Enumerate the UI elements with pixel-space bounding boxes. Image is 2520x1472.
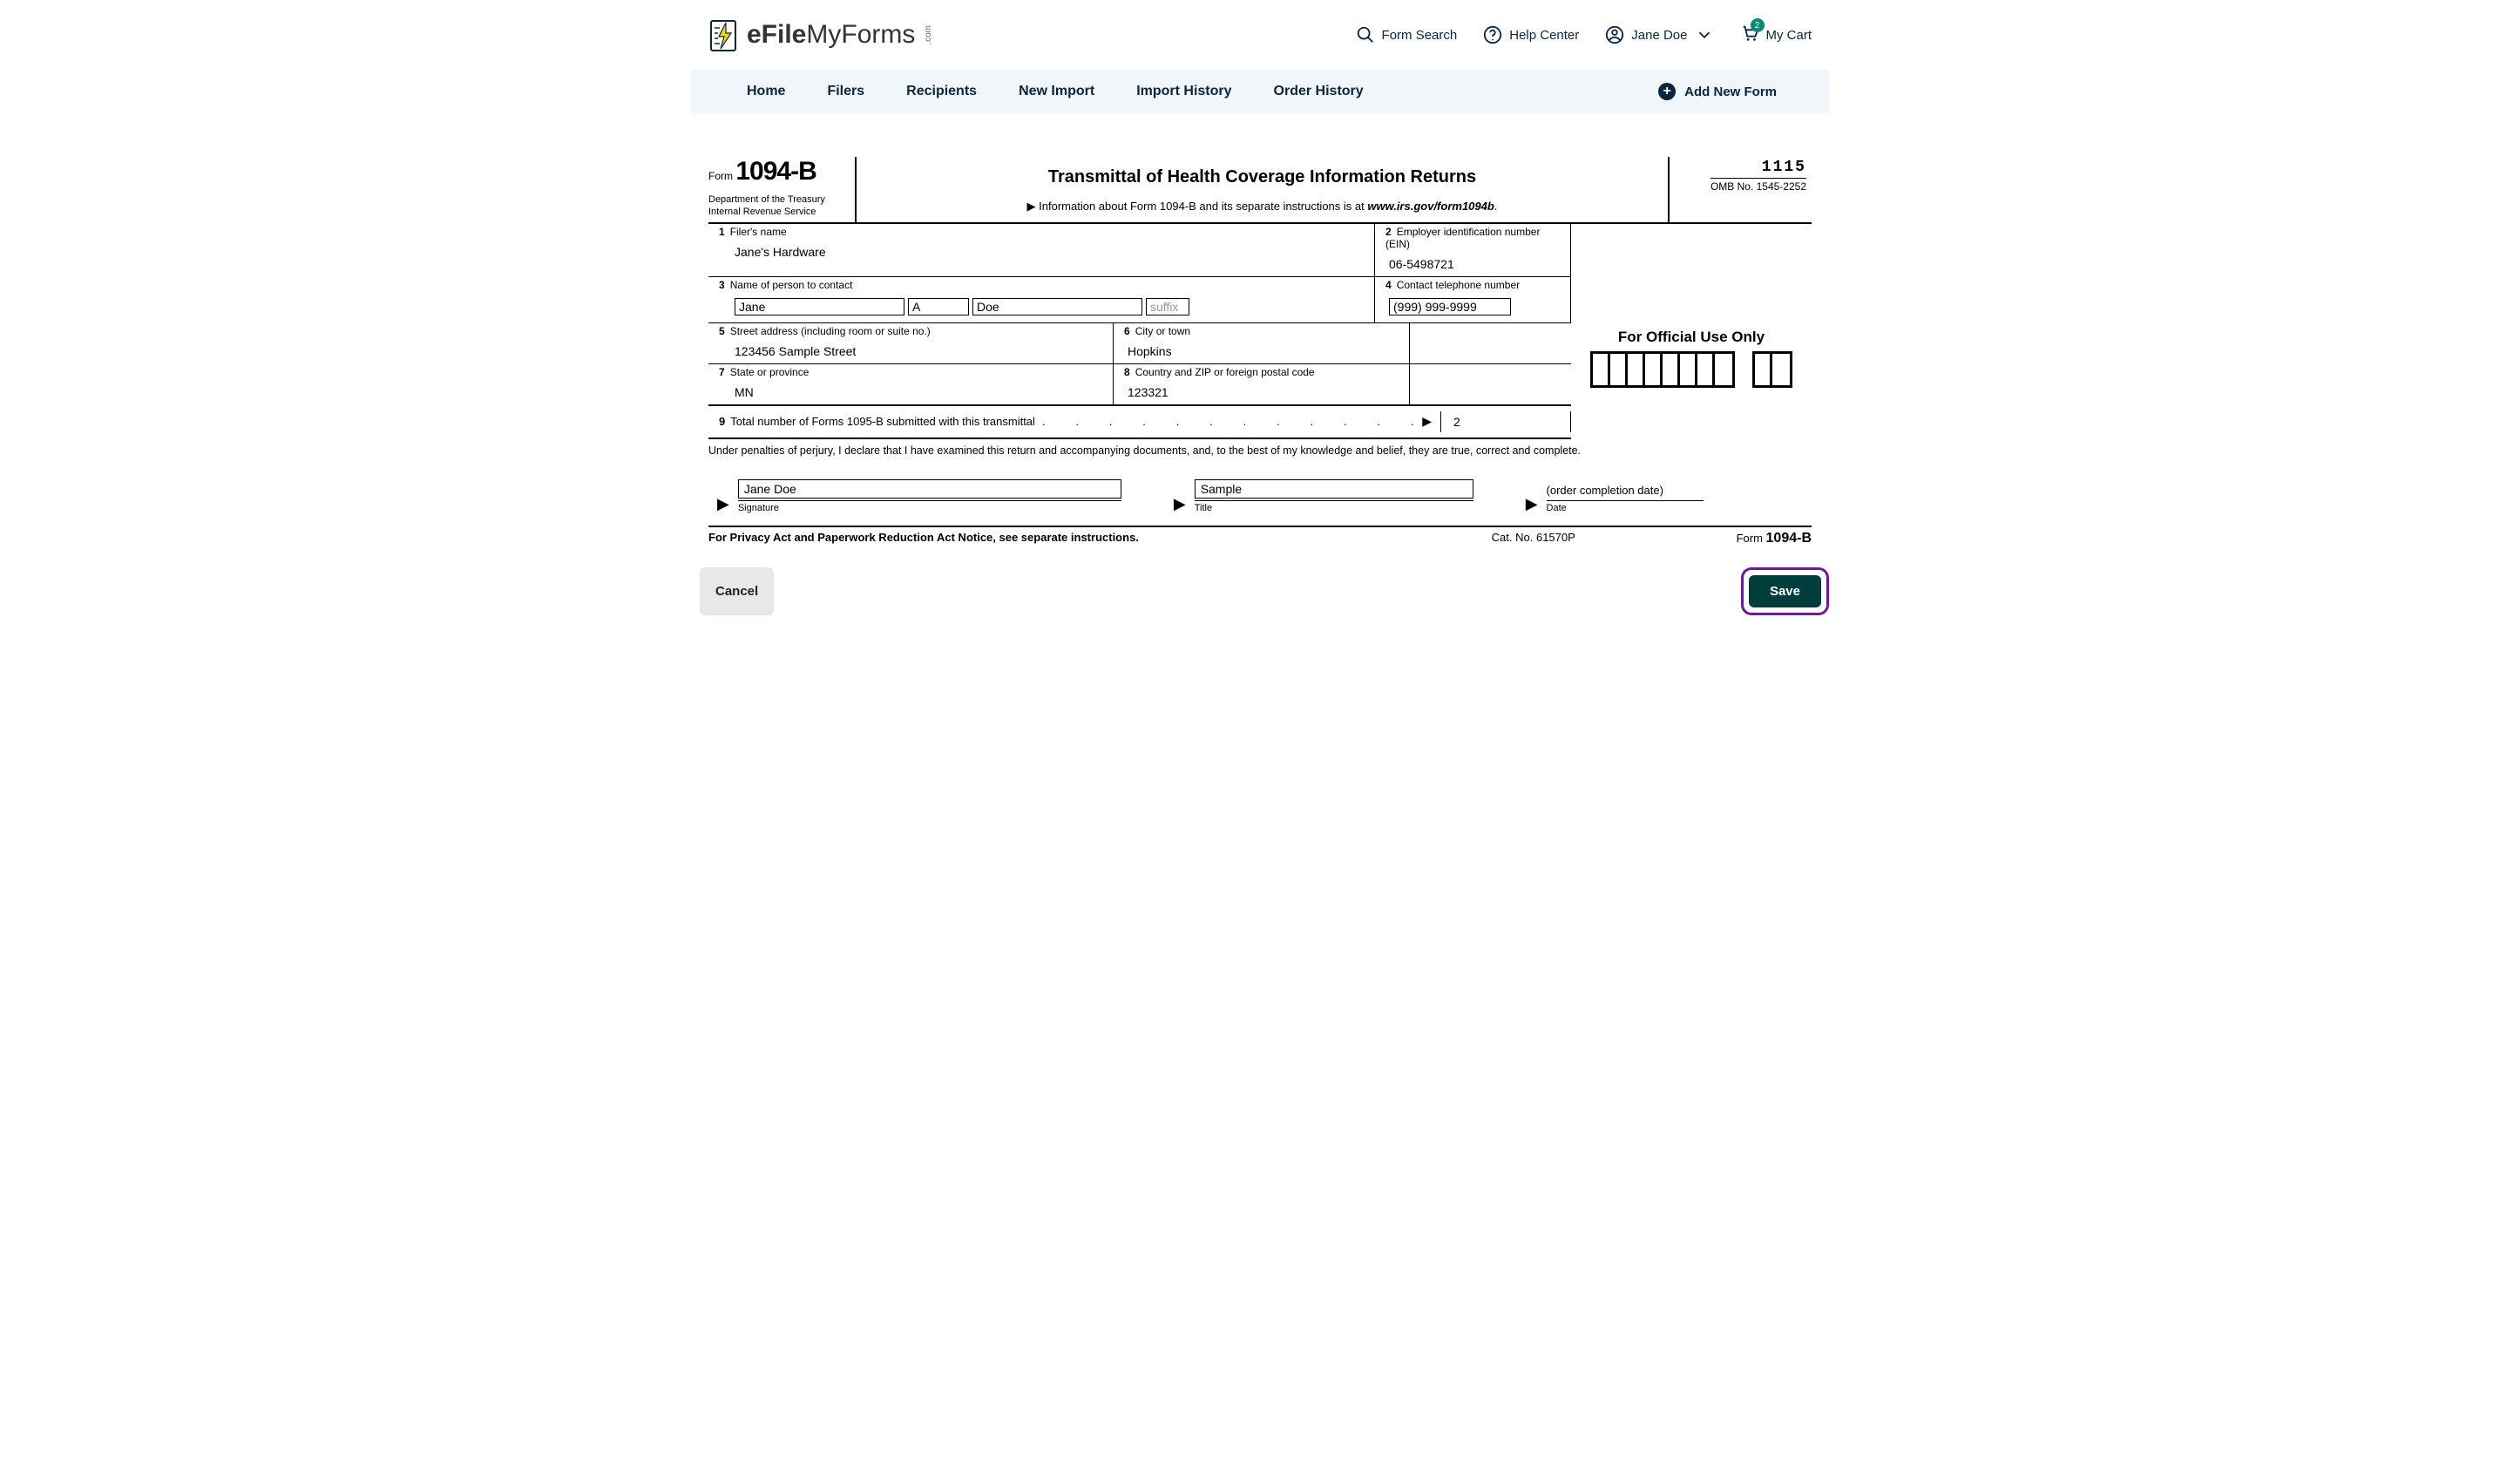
logo[interactable]: eFileMyForms .com — [708, 17, 933, 52]
form-title: Transmittal of Health Coverage Informati… — [865, 167, 1659, 187]
save-button-highlight: Save — [1741, 567, 1829, 615]
contact-suffix-input[interactable]: suffix — [1146, 298, 1189, 315]
date-placeholder: (order completion date) — [1547, 484, 1704, 500]
nav-new-import[interactable]: New Import — [998, 70, 1115, 113]
official-use-boxes — [1571, 351, 1812, 388]
logo-dotcom: .com — [924, 25, 933, 44]
arrow-right-icon: ▶ — [1422, 414, 1432, 429]
value-city: Hopkins — [1124, 337, 1404, 360]
form-prefix: Form — [708, 170, 733, 182]
footer-privacy: For Privacy Act and Paperwork Reduction … — [708, 531, 1139, 546]
dept-line1: Department of the Treasury — [708, 194, 825, 205]
cart-label: My Cart — [1766, 28, 1812, 43]
search-icon — [1356, 25, 1375, 44]
arrow-right-icon: ▶ — [1526, 495, 1538, 513]
official-use-label: For Official Use Only — [1571, 329, 1812, 346]
value-state: MN — [719, 378, 1108, 401]
value-zip: 123321 — [1124, 378, 1404, 401]
label-ein: Employer identification number (EIN) — [1385, 226, 1540, 250]
dept-line2: Internal Revenue Service — [708, 207, 816, 217]
label-total-1095b: Total number of Forms 1095-B submitted w… — [730, 415, 1035, 428]
contact-last-input[interactable]: Doe — [972, 298, 1142, 315]
nav-recipients[interactable]: Recipients — [885, 70, 998, 113]
cart-link[interactable]: 2 My Cart — [1740, 24, 1812, 46]
cart-count-badge: 2 — [1751, 18, 1765, 32]
footer-form: Form 1094-B — [1737, 531, 1812, 546]
label-filer-name: Filer's name — [730, 226, 787, 238]
signature-input[interactable]: Jane Doe — [738, 479, 1121, 499]
signature-label: Signature — [738, 500, 1121, 513]
arrow-right-icon: ▶ — [1174, 495, 1186, 513]
title-input[interactable]: Sample — [1195, 479, 1473, 499]
omb-number: OMB No. 1545-2252 — [1710, 178, 1806, 193]
form-number: 1094-B — [735, 157, 816, 186]
user-menu[interactable]: Jane Doe — [1605, 25, 1713, 44]
nav-order-history[interactable]: Order History — [1253, 70, 1385, 113]
value-total-1095b: 2 — [1440, 411, 1571, 432]
label-zip: Country and ZIP or foreign postal code — [1135, 366, 1315, 378]
cancel-button[interactable]: Cancel — [700, 567, 774, 615]
bolt-doc-icon — [708, 17, 740, 52]
label-contact-name: Name of person to contact — [730, 279, 853, 291]
top-bar: eFileMyForms .com Form Search Help Cente… — [630, 0, 1890, 61]
contact-mi-input[interactable]: A — [908, 298, 969, 315]
user-name: Jane Doe — [1631, 28, 1687, 43]
help-center-link[interactable]: Help Center — [1483, 25, 1579, 44]
value-filer-name: Jane's Hardware — [719, 238, 1369, 261]
form-search-link[interactable]: Form Search — [1356, 25, 1458, 44]
plus-circle-icon: + — [1658, 83, 1676, 100]
nav-import-history[interactable]: Import History — [1115, 70, 1252, 113]
form-search-label: Form Search — [1382, 28, 1458, 43]
value-street: 123456 Sample Street — [719, 337, 1108, 360]
label-phone: Contact telephone number — [1397, 279, 1520, 291]
arrow-right-icon: ▶ — [717, 495, 729, 513]
nav-bar: Home Filers Recipients New Import Import… — [691, 70, 1829, 113]
title-label: Title — [1195, 500, 1473, 513]
label-street: Street address (including room or suite … — [730, 325, 931, 337]
value-ein: 06-5498721 — [1385, 250, 1565, 273]
nav-filers[interactable]: Filers — [806, 70, 885, 113]
form-info: ▶ Information about Form 1094-B and its … — [865, 200, 1659, 214]
chevron-down-icon — [1695, 25, 1714, 44]
footer-cat: Cat. No. 61570P — [1139, 531, 1737, 546]
add-new-form-button[interactable]: + Add New Form — [1658, 83, 1794, 100]
perjury-statement: Under penalties of perjury, I declare th… — [708, 439, 1812, 471]
nav-home[interactable]: Home — [726, 70, 806, 113]
contact-first-input[interactable]: Jane — [735, 298, 904, 315]
help-icon — [1483, 25, 1502, 44]
save-button[interactable]: Save — [1749, 575, 1821, 607]
label-city: City or town — [1135, 325, 1190, 337]
help-label: Help Center — [1509, 28, 1579, 43]
label-state: State or province — [730, 366, 810, 378]
form-1094b: Form 1094-B Department of the Treasury In… — [708, 157, 1812, 550]
row-total-1095b: 9 Total number of Forms 1095-B submitted… — [708, 406, 1571, 439]
contact-phone-input[interactable]: (999) 999-9999 — [1389, 298, 1511, 315]
top-code: 1115 — [1675, 159, 1806, 176]
add-form-label: Add New Form — [1684, 85, 1777, 99]
date-label: Date — [1547, 500, 1704, 513]
logo-text: eFileMyForms — [747, 20, 915, 50]
user-icon — [1605, 25, 1624, 44]
